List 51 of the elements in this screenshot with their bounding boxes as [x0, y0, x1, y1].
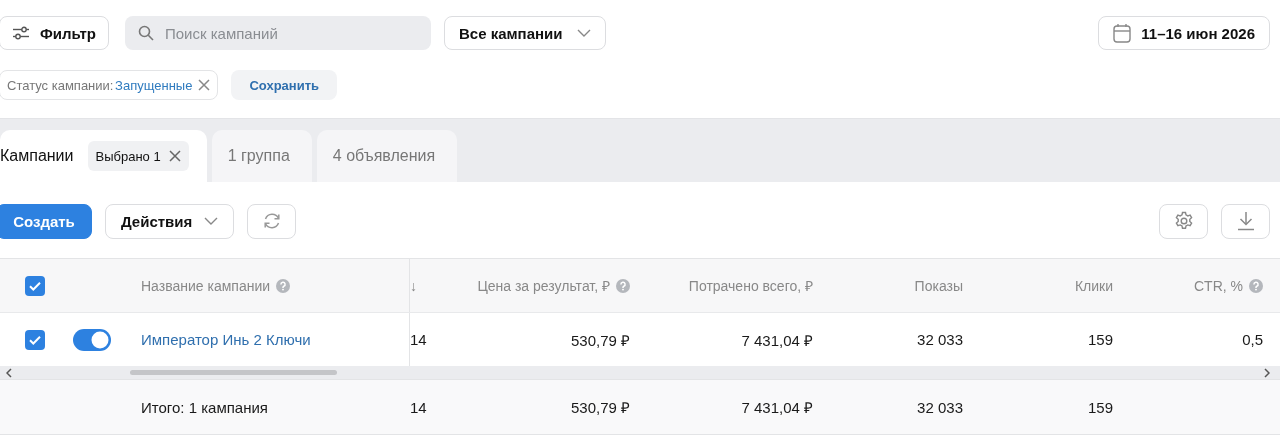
column-header: Клики — [1074, 277, 1113, 294]
selection-badge: Выбрано 1 — [87, 141, 189, 171]
total-cell-text: 530,79 ₽ — [570, 398, 630, 417]
column-header: Потрачено всего, ₽ — [688, 277, 813, 295]
column-header: ↓ — [410, 277, 417, 294]
download-button[interactable] — [1221, 203, 1270, 239]
table-cell: 159 — [1087, 331, 1113, 348]
total-cell-text: 7 431,04 ₽ — [741, 398, 813, 417]
column-header: CTR, % — [1194, 277, 1243, 294]
tab[interactable]: 1 группа — [211, 130, 312, 182]
date-range-button[interactable]: 11–16 июн 2026 — [1098, 16, 1270, 50]
search-field[interactable]: Поиск кампаний — [124, 16, 431, 50]
chevron-down-icon — [576, 29, 591, 37]
row-checkbox[interactable] — [25, 329, 45, 350]
select-all-checkbox[interactable] — [25, 275, 45, 296]
campaigns-dropdown[interactable]: Все кампании — [443, 16, 606, 50]
tab[interactable]: 4 объявления — [316, 130, 458, 182]
scroll-left-icon[interactable] — [6, 367, 12, 378]
tab[interactable]: Кампании Выбрано 1 — [0, 130, 207, 182]
campaign-name-link[interactable]: Император Инь 2 Ключи — [141, 331, 311, 348]
table-cell: 14 — [410, 331, 427, 348]
filter-button[interactable]: Фильтр — [0, 16, 109, 50]
column-header: Название кампании — [141, 277, 271, 294]
refresh-icon — [261, 211, 282, 231]
total-cell: 159 — [1087, 398, 1113, 416]
settings-icon — [1173, 211, 1194, 231]
toggle-switch[interactable] — [73, 328, 111, 351]
refresh-button[interactable] — [247, 203, 297, 239]
table-cell: 0,5 — [1242, 331, 1263, 348]
download-icon — [1236, 211, 1255, 231]
total-label: Итого: 1 кампания — [141, 398, 268, 416]
close-icon[interactable] — [168, 150, 181, 162]
filter-chip-text: Статус кампании:Запущенные — [7, 77, 193, 93]
close-icon[interactable] — [198, 79, 211, 91]
calendar-icon — [1113, 23, 1132, 43]
scroll-right-icon[interactable] — [1264, 367, 1270, 378]
column-header: Цена за результат, ₽ — [477, 277, 610, 295]
table-cell-text: 530,79 ₽ — [570, 330, 630, 350]
search-icon — [137, 25, 154, 41]
actions-dropdown[interactable]: Действия — [105, 203, 235, 239]
filter-icon — [12, 26, 30, 40]
settings-button[interactable] — [1159, 203, 1208, 239]
create-button[interactable]: Создать — [0, 203, 92, 239]
save-button[interactable]: Сохранить — [231, 70, 337, 100]
scrollbar-thumb[interactable] — [130, 370, 337, 375]
table-cell-text: 7 431,04 ₽ — [741, 330, 813, 350]
table-cell: 32 033 — [917, 331, 963, 348]
total-cell: 14 — [410, 398, 427, 416]
column-header: Показы — [914, 277, 963, 294]
chevron-down-icon — [204, 217, 219, 225]
total-cell: 32 033 — [917, 398, 963, 416]
